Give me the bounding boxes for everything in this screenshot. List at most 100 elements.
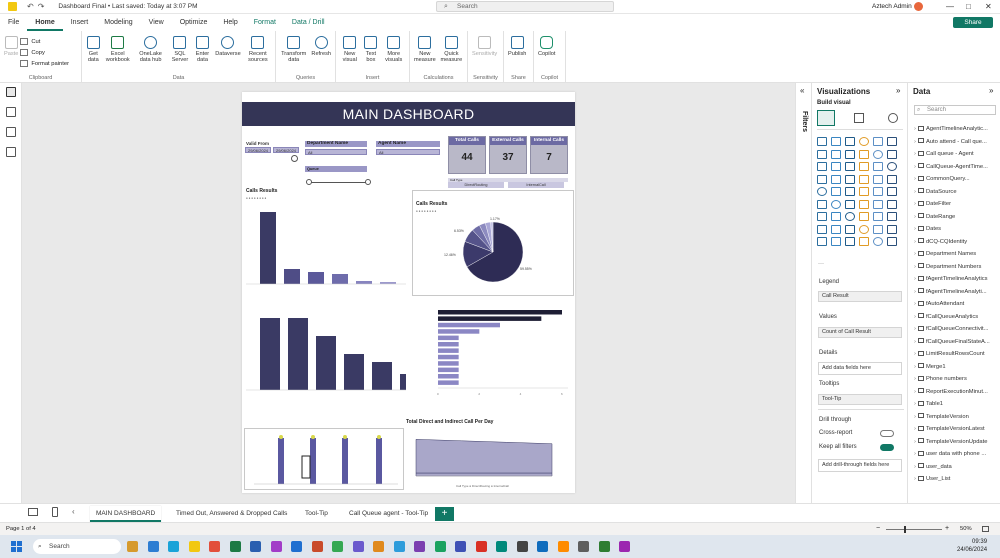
tab-modeling[interactable]: Modeling — [96, 14, 140, 31]
bar[interactable] — [438, 342, 459, 347]
calls-results-pie-chart[interactable]: 59.55% 12.46% 6.53% 1.17% — [416, 214, 571, 294]
visual-type-icon[interactable] — [831, 224, 841, 234]
marker[interactable] — [311, 435, 315, 439]
visual-type-icon[interactable] — [845, 199, 855, 209]
visual-type-icon[interactable] — [817, 224, 827, 234]
tab-insert[interactable]: Insert — [63, 14, 97, 31]
visual-type-icon[interactable] — [859, 137, 869, 146]
visual-type-icon[interactable] — [873, 137, 883, 146]
visual-type-icon[interactable] — [817, 237, 827, 246]
bar[interactable] — [380, 282, 396, 284]
fit-to-page-icon[interactable] — [982, 526, 989, 532]
taskbar-app-icon[interactable] — [619, 541, 630, 552]
desktop-layout-icon[interactable] — [28, 508, 38, 516]
chevron-right-icon[interactable]: › — [914, 251, 916, 257]
avatar[interactable] — [914, 2, 923, 11]
bar[interactable] — [288, 318, 308, 390]
cut-button[interactable]: Cut — [20, 37, 69, 48]
visual-type-icon[interactable] — [845, 174, 855, 184]
taskbar-app-icon[interactable] — [557, 541, 569, 552]
chevron-right-icon[interactable]: › — [914, 351, 916, 357]
dax-query-view-icon[interactable] — [6, 147, 16, 157]
chevron-right-icon[interactable]: › — [914, 439, 916, 445]
visual-type-icon[interactable] — [873, 149, 883, 159]
taskbar-app-icon[interactable] — [496, 541, 507, 552]
bar[interactable] — [438, 310, 562, 315]
date-from-input[interactable]: 29/06/2024 — [245, 147, 271, 153]
previous-page-icon[interactable]: ‹ — [72, 507, 75, 516]
keep-filters-toggle[interactable] — [880, 444, 894, 451]
cross-report-toggle[interactable] — [880, 430, 894, 437]
visual-type-icon[interactable] — [845, 137, 855, 146]
bar[interactable] — [316, 336, 336, 390]
visual-type-icon[interactable] — [887, 162, 897, 171]
visual-type-icon[interactable] — [845, 237, 855, 246]
bar[interactable] — [400, 374, 406, 390]
windows-start-icon[interactable] — [11, 541, 22, 552]
taskbar-app-icon[interactable] — [434, 541, 446, 552]
data-table-item[interactable]: › TemplateVersion — [914, 411, 1000, 424]
bar[interactable] — [332, 274, 348, 284]
chevron-right-icon[interactable]: › — [914, 364, 916, 370]
zoom-slider-handle[interactable] — [904, 526, 906, 533]
data-table-item[interactable]: › CommonQuery... — [914, 173, 1000, 186]
data-table-item[interactable]: › TemplateVersionUpdate — [914, 436, 1000, 449]
marker[interactable] — [377, 435, 381, 439]
bar[interactable] — [438, 374, 459, 379]
data-table-item[interactable]: › Auto attend - Call que... — [914, 136, 1000, 149]
data-table-item[interactable]: › fAgentTimelineAnalyti... — [914, 286, 1000, 299]
data-table-item[interactable]: › Call queue - Agent — [914, 148, 1000, 161]
visual-type-icon[interactable] — [859, 174, 869, 184]
bar[interactable] — [260, 318, 280, 390]
visual-type-icon[interactable] — [845, 162, 855, 171]
bar[interactable] — [376, 438, 382, 484]
call-type-button-internalcall[interactable]: InternalCall — [508, 182, 564, 188]
data-table-item[interactable]: › DataSource — [914, 186, 1000, 199]
visual-type-icon[interactable] — [887, 187, 897, 196]
visual-type-icon[interactable] — [859, 187, 869, 196]
expand-data-icon[interactable]: » — [896, 86, 900, 95]
visual-type-icon[interactable] — [845, 149, 855, 159]
visual-type-icon[interactable] — [859, 224, 869, 234]
visual-type-icon[interactable] — [845, 212, 855, 221]
taskbar-app-icon[interactable] — [414, 541, 425, 552]
mobile-layout-icon[interactable] — [52, 507, 58, 517]
bar[interactable] — [438, 361, 459, 366]
data-table-item[interactable]: › fAutoAttendant — [914, 298, 1000, 311]
tab-format[interactable]: Format — [246, 14, 284, 31]
data-table-item[interactable]: › fCallQueueAnalytics — [914, 311, 1000, 324]
bar[interactable] — [438, 354, 459, 360]
chevron-right-icon[interactable]: › — [914, 201, 916, 207]
data-table-item[interactable]: › DateFilter — [914, 198, 1000, 211]
values-field[interactable]: Count of Call Result — [818, 327, 902, 338]
zoom-out-icon[interactable]: − — [876, 523, 880, 535]
taskbar-app-icon[interactable] — [188, 541, 200, 552]
bar[interactable] — [260, 212, 276, 284]
visual-type-icon[interactable] — [873, 199, 883, 209]
taskbar-app-icon[interactable] — [537, 541, 548, 552]
chevron-right-icon[interactable]: › — [914, 176, 916, 182]
tab-optimize[interactable]: Optimize — [172, 14, 216, 31]
zoom-in-icon[interactable]: + — [945, 523, 949, 535]
add-page-button[interactable]: + — [435, 507, 454, 521]
bar[interactable] — [308, 272, 324, 284]
chevron-right-icon[interactable]: › — [914, 464, 916, 470]
visual-type-icon[interactable] — [873, 212, 883, 221]
page-tab-call-queue-agent[interactable]: Call Queue agent - Tool-Tip — [343, 506, 434, 522]
data-table-item[interactable]: › Phone numbers — [914, 373, 1000, 386]
taskbar-app-icon[interactable] — [373, 541, 384, 552]
visual-type-icon[interactable] — [873, 237, 883, 246]
format-painter-button[interactable]: Format painter — [20, 59, 69, 70]
calls-by-agent-bar-chart[interactable] — [246, 306, 406, 396]
tab-view[interactable]: View — [141, 14, 172, 31]
tooltip-field[interactable]: Tool-Tip — [818, 394, 902, 405]
details-dropzone[interactable]: Add data fields here — [818, 362, 902, 375]
bar[interactable] — [356, 281, 372, 284]
taskbar-app-icon[interactable] — [229, 541, 241, 552]
visual-type-icon[interactable] — [887, 237, 897, 246]
page-tab-timed-out[interactable]: Timed Out, Answered & Dropped Calls — [170, 506, 293, 522]
taskbar-app-icon[interactable] — [578, 541, 589, 552]
calls-results-bar-chart[interactable] — [246, 200, 406, 290]
visual-type-icon[interactable] — [873, 187, 883, 196]
taskbar-app-icon[interactable] — [209, 541, 220, 552]
